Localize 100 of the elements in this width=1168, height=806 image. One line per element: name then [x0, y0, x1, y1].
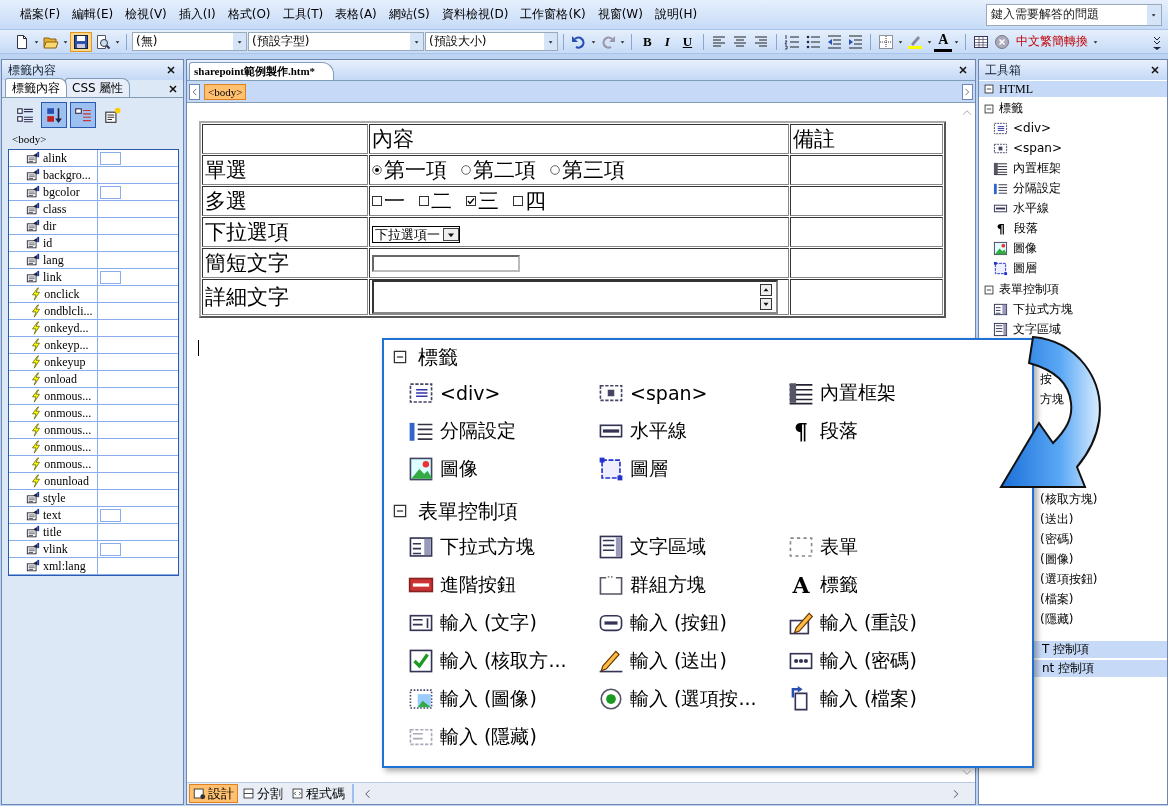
color-swatch[interactable]: [100, 270, 121, 284]
color-swatch[interactable]: [100, 508, 121, 522]
checkbox[interactable]: [513, 196, 523, 206]
color-swatch[interactable]: [100, 542, 121, 556]
toolbox-item[interactable]: (隱藏): [1040, 610, 1074, 628]
menu-item[interactable]: 視窗(W): [591, 6, 649, 23]
property-name[interactable]: onmous...: [44, 456, 92, 472]
toolbox-item[interactable]: 按: [1040, 370, 1052, 388]
close-icon[interactable]: [165, 64, 177, 76]
toolbox-item[interactable]: <div>: [408, 374, 598, 412]
group-header[interactable]: 標籤: [979, 99, 1167, 118]
toolbox-item[interactable]: (核取方塊): [1040, 490, 1098, 508]
toolbox-item[interactable]: 分隔設定: [408, 412, 598, 450]
toolbox-item[interactable]: A 標籤: [788, 566, 978, 604]
bold-button[interactable]: B: [637, 31, 658, 52]
property-name[interactable]: ondblcli...: [44, 303, 93, 319]
property-name[interactable]: onmous...: [44, 388, 92, 404]
text-area-field[interactable]: [372, 280, 778, 314]
menu-item[interactable]: 表格(A): [329, 6, 383, 23]
underline-button[interactable]: U: [676, 31, 699, 52]
section-header[interactable]: HTML: [979, 80, 1167, 97]
font-size-dropdown[interactable]: (預設大小): [425, 32, 558, 51]
toolbox-item[interactable]: 圖層: [979, 258, 1167, 278]
property-name[interactable]: onmous...: [44, 405, 92, 421]
convert-button[interactable]: 中文繁簡轉換: [1013, 31, 1092, 52]
toolbox-item[interactable]: 內置框架: [788, 374, 978, 412]
toolbox-item[interactable]: 水平線: [598, 412, 788, 450]
toolbox-item[interactable]: (選項按鈕): [1040, 570, 1098, 588]
radio-button[interactable]: [372, 165, 382, 175]
property-name[interactable]: onload: [44, 371, 77, 387]
toolbox-item[interactable]: 群組方塊: [598, 566, 788, 604]
close-icon[interactable]: [167, 82, 179, 95]
toolbox-item[interactable]: 輸入 (按鈕): [598, 604, 788, 642]
toolbox-item[interactable]: (密碼): [1040, 530, 1074, 548]
toolbox-item[interactable]: 輸入 (密碼): [788, 642, 978, 680]
property-name[interactable]: onmous...: [44, 422, 92, 438]
menu-item[interactable]: 說明(H): [648, 6, 704, 23]
menu-item[interactable]: 檔案(F): [14, 6, 67, 23]
radio-button[interactable]: [550, 165, 560, 175]
view-tab[interactable]: 設計: [189, 784, 238, 803]
save-button[interactable]: [70, 31, 92, 52]
italic-button[interactable]: I: [658, 31, 676, 52]
menu-item[interactable]: 工具(T): [276, 6, 330, 23]
checkbox[interactable]: [372, 196, 382, 206]
tool-button[interactable]: [41, 102, 67, 128]
menu-item[interactable]: 網站(S): [382, 6, 436, 23]
help-search-field[interactable]: 鍵入需要解答的問題: [986, 3, 1162, 26]
property-name[interactable]: onclick: [44, 286, 80, 302]
property-name[interactable]: onkeyd...: [44, 320, 89, 336]
toolbox-item[interactable]: 分隔設定: [979, 178, 1167, 198]
menu-item[interactable]: 資料檢視(D): [435, 6, 515, 23]
property-name[interactable]: link: [43, 269, 62, 285]
toolbox-item[interactable]: 表單: [788, 528, 978, 566]
close-icon[interactable]: [1149, 64, 1161, 76]
property-name[interactable]: onkeyup: [44, 354, 86, 370]
toolbox-item[interactable]: 圖像: [408, 450, 598, 488]
toolbox-item[interactable]: 輸入 (文字): [408, 604, 598, 642]
toolbox-item[interactable]: 輸入 (重設): [788, 604, 978, 642]
property-name[interactable]: id: [43, 235, 53, 251]
toolbox-item[interactable]: 輸入 (核取方...: [408, 642, 598, 680]
close-icon[interactable]: [957, 64, 969, 76]
view-tab[interactable]: 程式碼: [287, 784, 349, 803]
dropdown-field[interactable]: 下拉選項一: [372, 226, 460, 243]
spin-down-icon[interactable]: [760, 298, 772, 310]
document-tab[interactable]: sharepoint範例製作.htm*: [189, 62, 335, 80]
toolbox-item[interactable]: 輸入 (選項按...: [598, 680, 788, 718]
toolbox-item[interactable]: 輸入 (檔案): [788, 680, 978, 718]
menu-item[interactable]: 格式(O): [221, 6, 277, 23]
checkbox[interactable]: [419, 196, 429, 206]
property-name[interactable]: text: [43, 507, 61, 523]
toolbox-item[interactable]: ¶ 段落: [788, 412, 978, 450]
property-name[interactable]: onmous...: [44, 439, 92, 455]
toolbox-item[interactable]: 下拉式方塊: [979, 299, 1167, 319]
menu-item[interactable]: 工作窗格(K): [514, 6, 592, 23]
property-name[interactable]: style: [43, 490, 66, 506]
property-name[interactable]: lang: [43, 252, 64, 268]
color-swatch[interactable]: [100, 151, 121, 165]
color-swatch[interactable]: [100, 185, 121, 199]
toolbox-item[interactable]: 進階按鈕: [408, 566, 598, 604]
toolbox-item[interactable]: (圖像): [1040, 550, 1074, 568]
menu-item[interactable]: 插入(I): [172, 6, 222, 23]
menu-item[interactable]: 編輯(E): [66, 6, 120, 23]
text-input-field[interactable]: [372, 254, 520, 272]
spin-up-icon[interactable]: [760, 284, 772, 296]
property-name[interactable]: xml:lang: [43, 558, 86, 574]
scroll-right-button[interactable]: [962, 83, 973, 100]
toolbox-item[interactable]: 輸入 (隱藏): [408, 718, 598, 756]
group-header[interactable]: 表單控制項: [979, 280, 1167, 299]
toolbox-item[interactable]: <div>: [979, 118, 1167, 138]
property-name[interactable]: alink: [43, 150, 67, 166]
toolbox-item[interactable]: 內置框架: [979, 158, 1167, 178]
property-name[interactable]: dir: [43, 218, 57, 234]
toolbox-item[interactable]: 圖層: [598, 450, 788, 488]
toolbox-item[interactable]: 下拉式方塊: [408, 528, 598, 566]
toolbox-item[interactable]: 圖像: [979, 238, 1167, 258]
property-name[interactable]: title: [43, 524, 62, 540]
toolbox-item[interactable]: <span>: [979, 138, 1167, 158]
font-color-button[interactable]: A: [934, 31, 953, 52]
property-name[interactable]: backgro...: [43, 167, 91, 183]
scroll-left-button[interactable]: [189, 83, 200, 100]
